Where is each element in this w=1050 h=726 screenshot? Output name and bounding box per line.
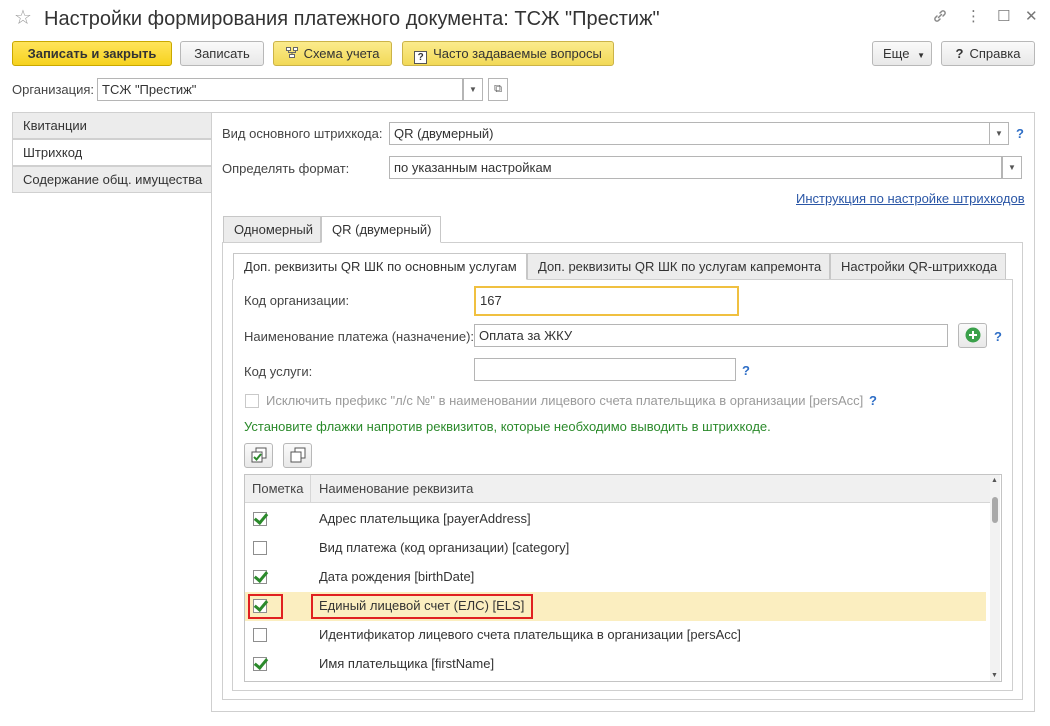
organization-field[interactable]: ТСЖ "Престиж" — [97, 78, 463, 101]
format-label: Определять формат: — [222, 161, 350, 176]
format-field[interactable]: по указанным настройкам — [389, 156, 1002, 179]
faq-button[interactable]: ? Часто задаваемые вопросы — [402, 41, 614, 66]
service-code-help-icon[interactable]: ? — [742, 363, 750, 379]
save-button[interactable]: Записать — [180, 41, 264, 66]
exclude-prefix-help-icon[interactable]: ? — [869, 393, 877, 409]
tab-one-dimensional[interactable]: Одномерный — [223, 216, 321, 243]
barcode-type-dropdown-button[interactable]: ▼ — [989, 122, 1009, 145]
exclude-prefix-label: Исключить префикс "л/с №" в наименовании… — [266, 393, 864, 408]
payment-name-input[interactable]: Оплата за ЖКУ — [474, 324, 948, 347]
row-checkbox[interactable] — [253, 657, 267, 671]
nav-item-barcode[interactable]: Штрихкод — [12, 139, 212, 166]
faq-label: Часто задаваемые вопросы — [433, 46, 602, 61]
organization-label: Организация: — [12, 82, 95, 97]
row-checkbox[interactable] — [253, 570, 267, 584]
exclude-prefix-checkbox[interactable] — [245, 394, 259, 408]
favorite-star-icon[interactable]: ☆ — [14, 7, 32, 29]
highlight-name-frame — [311, 594, 533, 619]
barcode-type-field[interactable]: QR (двумерный) — [389, 122, 990, 145]
question-box-icon: ? — [414, 51, 428, 64]
barcode-type-help-icon[interactable]: ? — [1016, 126, 1024, 142]
more-icon[interactable]: ⋮ — [966, 8, 981, 26]
schema-label: Схема учета — [303, 46, 380, 61]
row-name: Идентификатор лицевого счета плательщика… — [319, 627, 741, 642]
tab-main-services-requisites[interactable]: Доп. реквизиты QR ШК по основным услугам — [233, 253, 527, 280]
column-header-name[interactable]: Наименование реквизита — [311, 475, 473, 503]
window-title: Настройки формирования платежного докуме… — [44, 8, 660, 30]
open-organization-icon[interactable]: ⧉ — [488, 78, 508, 101]
chevron-down-icon: ▼ — [917, 51, 925, 60]
column-header-mark[interactable]: Пометка — [245, 475, 311, 503]
maximize-icon[interactable]: ☐ — [997, 8, 1010, 26]
help-label: Справка — [969, 46, 1021, 61]
table-row[interactable]: Дата рождения [birthDate] — [245, 563, 986, 592]
check-all-button[interactable] — [244, 443, 273, 468]
help-question-icon: ? — [955, 46, 964, 61]
scrollbar-thumb[interactable] — [992, 497, 998, 523]
highlight-checkbox-frame — [248, 594, 283, 619]
payment-name-help-icon[interactable]: ? — [994, 329, 1002, 345]
row-name: Дата рождения [birthDate] — [319, 569, 475, 584]
table-row[interactable]: Вид платежа (код организации) [category] — [245, 534, 986, 563]
check-all-icon — [251, 447, 266, 463]
scroll-down-icon[interactable]: ▼ — [991, 672, 998, 679]
nav-item-common-property[interactable]: Содержание общ. имущества — [12, 166, 212, 193]
more-button[interactable]: Еще ▼ — [872, 41, 932, 66]
row-name: Адрес плательщика [payerAddress] — [319, 511, 531, 526]
table-row[interactable]: Идентификатор лицевого счета плательщика… — [245, 621, 986, 650]
add-icon — [965, 327, 980, 343]
row-checkbox[interactable] — [253, 541, 267, 555]
format-dropdown-button[interactable]: ▼ — [1002, 156, 1022, 179]
organization-dropdown-button[interactable]: ▼ — [463, 78, 483, 101]
org-code-label: Код организации: — [244, 293, 350, 308]
service-code-input[interactable] — [474, 358, 736, 381]
tab-qr-settings[interactable]: Настройки QR-штрихкода — [830, 253, 1006, 280]
row-name: Имя плательщика [firstName] — [319, 656, 495, 671]
barcode-instruction-link[interactable]: Инструкция по настройке штрихкодов — [796, 191, 1025, 206]
more-label: Еще — [883, 46, 910, 61]
close-icon[interactable]: ✕ — [1025, 8, 1038, 26]
payment-name-label: Наименование платежа (назначение): — [244, 329, 475, 344]
service-code-label: Код услуги: — [244, 364, 313, 379]
table-header: Пометка Наименование реквизита — [245, 475, 991, 503]
org-code-input[interactable]: 167 — [474, 286, 739, 316]
barcode-type-label: Вид основного штрихкода: — [222, 126, 383, 141]
help-button[interactable]: ? Справка — [941, 41, 1035, 66]
table-row[interactable]: Адрес плательщика [payerAddress] — [245, 505, 986, 534]
uncheck-all-icon — [290, 447, 305, 463]
requisites-table: Пометка Наименование реквизита Адрес пла… — [244, 474, 1002, 682]
tab-capital-repair-requisites[interactable]: Доп. реквизиты QR ШК по услугам капремон… — [527, 253, 830, 280]
row-checkbox[interactable] — [253, 512, 267, 526]
link-icon[interactable] — [932, 8, 948, 29]
row-checkbox[interactable] — [253, 628, 267, 642]
uncheck-all-button[interactable] — [283, 443, 312, 468]
nav-item-receipts[interactable]: Квитанции — [12, 112, 212, 139]
save-and-close-button[interactable]: Записать и закрыть — [12, 41, 172, 66]
row-name: Вид платежа (код организации) [category] — [319, 540, 570, 555]
scroll-up-icon[interactable]: ▲ — [991, 477, 998, 484]
hint-text: Установите флажки напротив реквизитов, к… — [244, 419, 771, 434]
account-schema-button[interactable]: Схема учета — [273, 41, 392, 66]
table-scrollbar[interactable]: ▲ ▼ — [990, 475, 1000, 681]
tab-qr[interactable]: QR (двумерный) — [321, 216, 441, 243]
schema-icon — [285, 43, 298, 66]
table-row[interactable]: Имя плательщика [firstName] — [245, 650, 986, 679]
add-button[interactable] — [958, 323, 987, 348]
